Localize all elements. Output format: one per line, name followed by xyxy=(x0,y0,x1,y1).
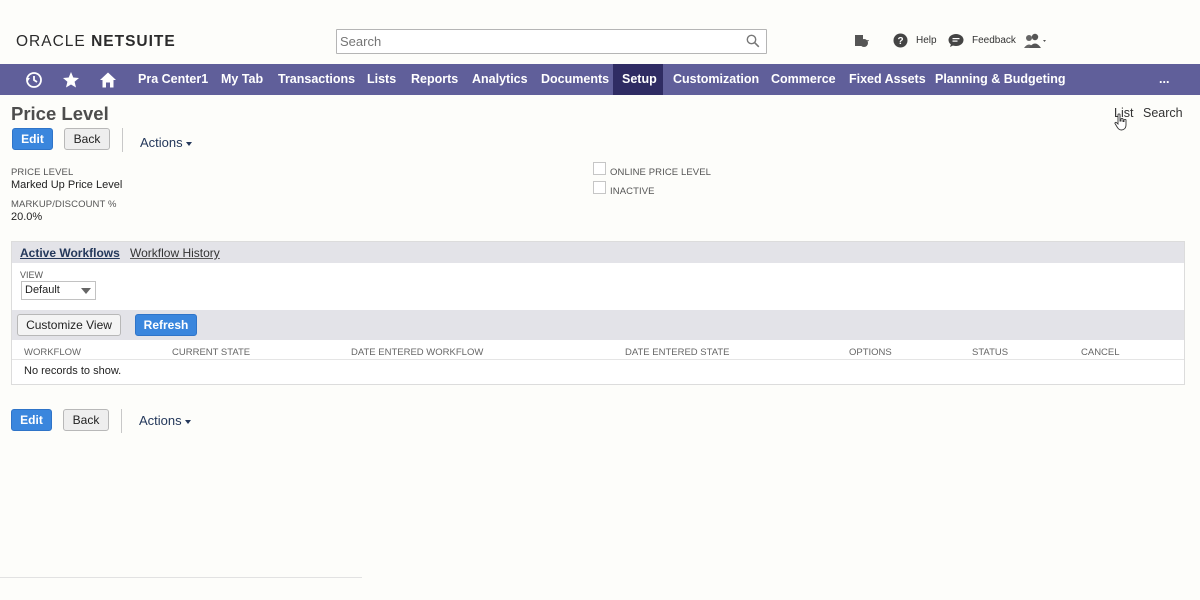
inactive-checkbox xyxy=(593,181,606,194)
price-level-label: PRICE LEVEL xyxy=(11,167,74,178)
column-header-status[interactable]: STATUS xyxy=(972,347,1008,358)
top-header: ORACLE NETSUITE ? Help Feedback xyxy=(0,0,1200,64)
online-price-level-label: ONLINE PRICE LEVEL xyxy=(610,167,712,178)
column-header-cancel[interactable]: CANCEL xyxy=(1081,347,1120,358)
help-link[interactable]: ? Help xyxy=(893,33,937,48)
footer-divider xyxy=(0,577,362,578)
nav-documents[interactable]: Documents xyxy=(541,64,609,95)
edit-button[interactable]: Edit xyxy=(12,128,53,150)
main-navigation: Pra Center1 My Tab Transactions Lists Re… xyxy=(0,64,1200,95)
workflow-tabs: Active Workflows Workflow History xyxy=(12,242,1184,263)
nav-my-tab[interactable]: My Tab xyxy=(221,64,263,95)
feedback-label: Feedback xyxy=(972,35,1016,46)
logo-prefix: ORACLE xyxy=(16,33,86,50)
online-price-level-checkbox xyxy=(593,162,606,175)
tab-active-workflows[interactable]: Active Workflows xyxy=(20,246,120,260)
search-input[interactable] xyxy=(337,30,737,53)
logo-brand: NETSUITE xyxy=(91,33,176,50)
column-header-date-entered-state[interactable]: DATE ENTERED STATE xyxy=(625,347,730,358)
page-title: Price Level xyxy=(11,103,109,124)
workflow-toolbar: Customize View Refresh xyxy=(12,310,1184,340)
price-level-value: Marked Up Price Level xyxy=(11,179,123,191)
nav-planning-budgeting[interactable]: Planning & Budgeting xyxy=(935,64,1066,95)
nav-customization[interactable]: Customization xyxy=(673,64,759,95)
inactive-label: INACTIVE xyxy=(610,186,655,197)
nav-lists[interactable]: Lists xyxy=(367,64,396,95)
nav-fixed-assets[interactable]: Fixed Assets xyxy=(849,64,926,95)
search-link[interactable]: Search xyxy=(1143,106,1183,120)
user-menu[interactable] xyxy=(1023,33,1047,49)
help-icon: ? xyxy=(893,33,908,48)
nav-setup[interactable]: Setup xyxy=(613,64,663,95)
feedback-link[interactable]: Feedback xyxy=(948,33,1016,48)
back-button-bottom[interactable]: Back xyxy=(63,409,109,431)
column-header-options[interactable]: OPTIONS xyxy=(849,347,892,358)
back-button[interactable]: Back xyxy=(64,128,110,150)
markup-discount-value: 20.0% xyxy=(11,211,43,223)
recent-records-menu[interactable] xyxy=(853,33,873,49)
view-label: VIEW xyxy=(20,270,44,280)
actions-menu[interactable]: Actions xyxy=(140,135,192,150)
column-header-workflow[interactable]: WORKFLOW xyxy=(24,347,81,358)
view-select[interactable]: Default xyxy=(21,281,96,300)
netsuite-logo[interactable]: ORACLE NETSUITE xyxy=(16,33,176,51)
nav-reports[interactable]: Reports xyxy=(411,64,458,95)
hand-cursor-icon xyxy=(1114,113,1127,131)
help-label: Help xyxy=(916,35,937,46)
global-search xyxy=(336,29,767,54)
column-header-current-state[interactable]: CURRENT STATE xyxy=(172,347,250,358)
actions-menu-bottom[interactable]: Actions xyxy=(139,413,191,428)
workflows-panel: Active Workflows Workflow History VIEW D… xyxy=(11,241,1185,385)
search-icon[interactable] xyxy=(746,34,760,48)
column-header-date-entered-workflow[interactable]: DATE ENTERED WORKFLOW xyxy=(351,347,483,358)
recent-history-icon[interactable] xyxy=(25,71,43,89)
nav-pra-center1[interactable]: Pra Center1 xyxy=(138,64,208,95)
customize-view-button[interactable]: Customize View xyxy=(17,314,121,336)
feedback-icon xyxy=(948,34,964,47)
tab-workflow-history[interactable]: Workflow History xyxy=(130,246,220,260)
favorites-star-icon[interactable] xyxy=(62,71,80,89)
home-icon[interactable] xyxy=(99,71,117,89)
actions-label: Actions xyxy=(140,135,183,150)
svg-text:?: ? xyxy=(897,36,903,47)
nav-more-menu[interactable]: ... xyxy=(1159,64,1169,95)
nav-commerce[interactable]: Commerce xyxy=(771,64,836,95)
recent-records-icon xyxy=(855,35,869,47)
user-roles-icon xyxy=(1024,33,1046,48)
toolbar-divider xyxy=(122,128,123,152)
nav-transactions[interactable]: Transactions xyxy=(278,64,355,95)
refresh-button[interactable]: Refresh xyxy=(135,314,197,336)
header-divider xyxy=(12,359,1184,360)
nav-analytics[interactable]: Analytics xyxy=(472,64,528,95)
view-select-value: Default xyxy=(25,284,60,296)
caret-down-icon xyxy=(185,141,192,146)
caret-down-icon xyxy=(184,419,191,424)
toolbar-divider-bottom xyxy=(121,409,122,433)
actions-label-bottom: Actions xyxy=(139,413,182,428)
markup-discount-label: MARKUP/DISCOUNT % xyxy=(11,199,117,210)
empty-records-message: No records to show. xyxy=(24,365,122,377)
dropdown-arrow-icon xyxy=(81,288,91,294)
edit-button-bottom[interactable]: Edit xyxy=(11,409,52,431)
